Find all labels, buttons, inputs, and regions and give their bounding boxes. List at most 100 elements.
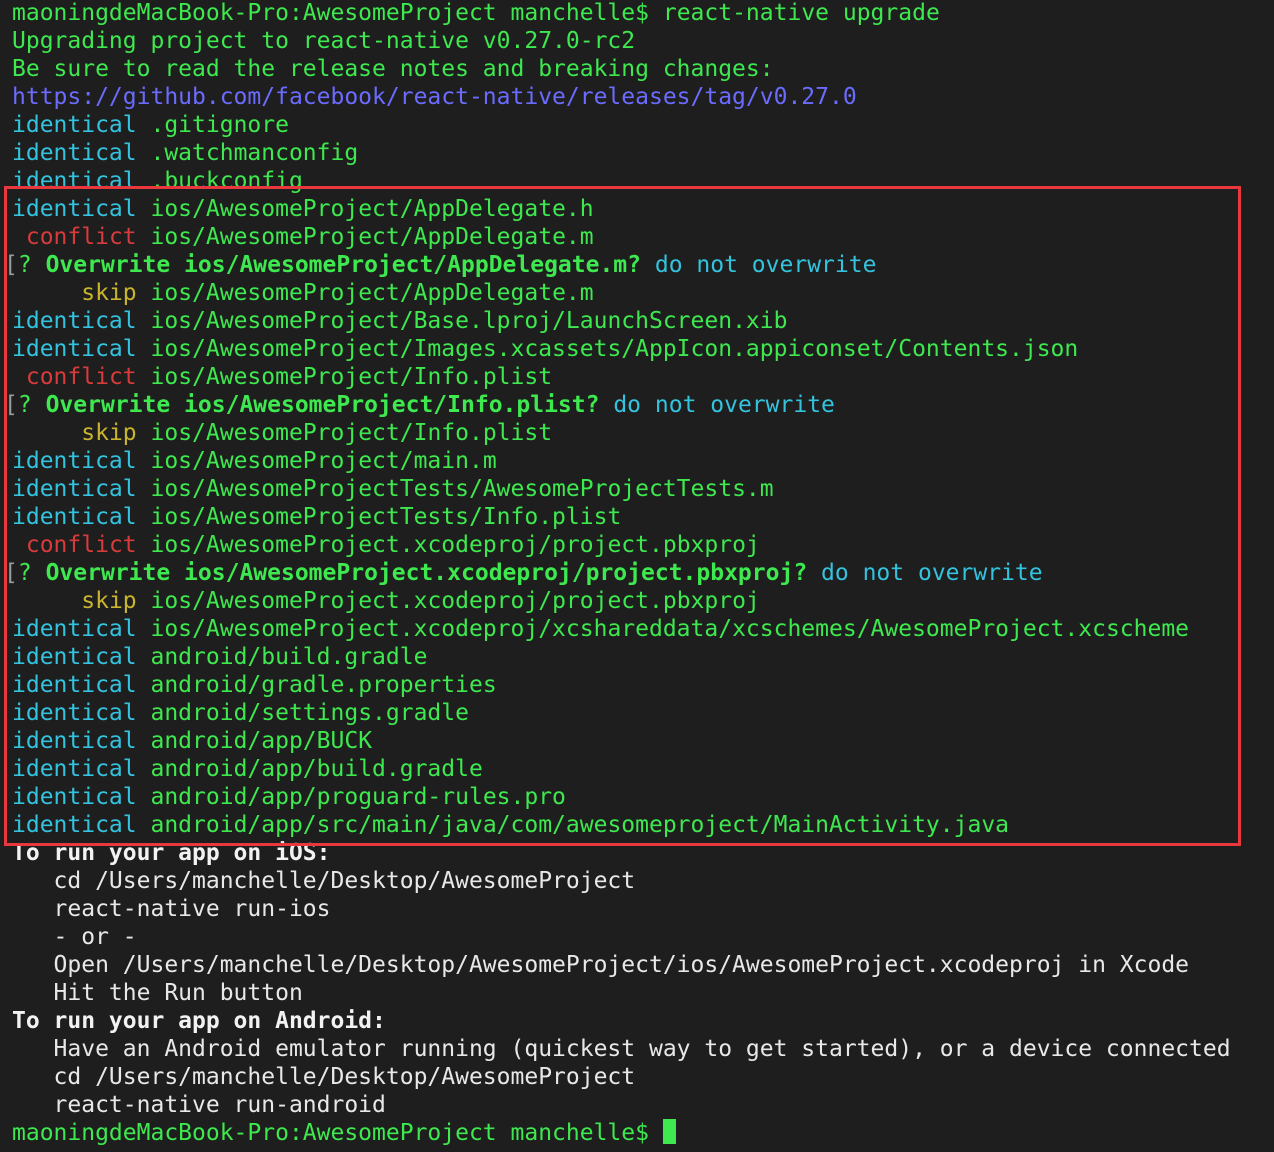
- question-bracket: [: [4, 392, 18, 418]
- file-path: .gitignore: [150, 112, 289, 138]
- overwrite-answer: do not overwrite: [613, 392, 835, 418]
- file-line: identical android/app/proguard-rules.pro: [12, 783, 566, 811]
- overwrite-answer: do not overwrite: [821, 560, 1043, 586]
- overwrite-question-line: [? Overwrite ios/AwesomeProject/AppDeleg…: [4, 251, 876, 279]
- question-mark: ?: [17, 252, 32, 278]
- info-line: Upgrading project to react-native v0.27.…: [12, 27, 635, 55]
- android-instructions-heading: To run your app on Android:: [12, 1008, 386, 1034]
- file-line: conflict ios/AwesomeProject/AppDelegate.…: [12, 223, 594, 251]
- file-path: android/app/BUCK: [150, 728, 373, 754]
- file-line: skip ios/AwesomeProject/AppDelegate.m: [12, 279, 594, 307]
- file-status-skip: skip: [81, 588, 137, 614]
- file-line: identical android/gradle.properties: [12, 671, 497, 699]
- file-path: ios/AwesomeProject.xcodeproj/xcshareddat…: [150, 616, 1190, 642]
- file-status-identical: identical: [12, 476, 137, 502]
- question-mark: ?: [17, 560, 32, 586]
- file-path: android/build.gradle: [150, 644, 428, 670]
- file-path: android/settings.gradle: [150, 700, 469, 726]
- overwrite-question-line: [? Overwrite ios/AwesomeProject.xcodepro…: [4, 559, 1043, 587]
- android-step: react-native run-android: [53, 1092, 386, 1118]
- file-status-identical: identical: [12, 644, 137, 670]
- file-line: identical .buckconfig: [12, 167, 303, 195]
- release-notes-link: https://github.com/facebook/react-native…: [12, 84, 857, 110]
- file-path: ios/AwesomeProject/main.m: [150, 448, 497, 474]
- file-status-identical: identical: [12, 728, 137, 754]
- android-step-line: Have an Android emulator running (quicke…: [12, 1035, 1231, 1063]
- file-status-skip: skip: [81, 280, 137, 306]
- ios-step-line: - or -: [12, 923, 137, 951]
- ios-step-line: Hit the Run button: [12, 979, 303, 1007]
- file-line: conflict ios/AwesomeProject/Info.plist: [12, 363, 552, 391]
- file-path: ios/AwesomeProject/AppDelegate.m: [150, 280, 594, 306]
- file-path: ios/AwesomeProjectTests/Info.plist: [150, 504, 622, 530]
- file-status-identical: identical: [12, 672, 137, 698]
- file-line: identical android/settings.gradle: [12, 699, 469, 727]
- file-status-identical: identical: [12, 308, 137, 334]
- file-line: identical ios/AwesomeProject/Base.lproj/…: [12, 307, 787, 335]
- file-path: ios/AwesomeProject.xcodeproj/project.pbx…: [150, 532, 760, 558]
- file-line: identical ios/AwesomeProjectTests/Awesom…: [12, 475, 774, 503]
- file-path: android/app/src/main/java/com/awesomepro…: [150, 812, 1010, 838]
- file-path: ios/AwesomeProject/Info.plist: [150, 420, 553, 446]
- file-line: identical .watchmanconfig: [12, 139, 358, 167]
- android-step: Have an Android emulator running (quicke…: [53, 1036, 1231, 1062]
- ios-step-line: react-native run-ios: [12, 895, 331, 923]
- file-path: .watchmanconfig: [150, 140, 359, 166]
- terminal-window[interactable]: maoningdeMacBook-Pro:AwesomeProject manc…: [0, 0, 1274, 1152]
- file-status-identical: identical: [12, 616, 137, 642]
- release-url-line: https://github.com/facebook/react-native…: [12, 83, 857, 111]
- overwrite-prompt: Overwrite ios/AwesomeProject/Info.plist?: [45, 392, 600, 418]
- file-line: identical ios/AwesomeProject/main.m: [12, 447, 497, 475]
- file-path: android/gradle.properties: [150, 672, 497, 698]
- file-status-conflict: conflict: [25, 364, 137, 390]
- ios-instructions-heading: To run your app on iOS:: [12, 840, 331, 866]
- file-path: ios/AwesomeProjectTests/AwesomeProjectTe…: [150, 476, 774, 502]
- android-step-line: cd /Users/manchelle/Desktop/AwesomeProje…: [12, 1063, 636, 1091]
- info-text: Be sure to read the release notes and br…: [12, 56, 774, 82]
- android-step: cd /Users/manchelle/Desktop/AwesomeProje…: [53, 1064, 636, 1090]
- file-path: ios/AwesomeProject/Base.lproj/LaunchScre…: [150, 308, 788, 334]
- file-path: ios/AwesomeProject/Images.xcassets/AppIc…: [150, 336, 1079, 362]
- shell-prompt: maoningdeMacBook-Pro:AwesomeProject manc…: [12, 0, 649, 26]
- file-line: identical android/build.gradle: [12, 643, 427, 671]
- terminal-cursor[interactable]: [662, 1119, 676, 1144]
- file-status-conflict: conflict: [25, 224, 137, 250]
- overwrite-prompt: Overwrite ios/AwesomeProject.xcodeproj/p…: [45, 560, 808, 586]
- info-line: Be sure to read the release notes and br…: [12, 55, 774, 83]
- file-status-identical: identical: [12, 112, 137, 138]
- file-path: ios/AwesomeProject/Info.plist: [150, 364, 553, 390]
- ios-step: - or -: [53, 924, 137, 950]
- android-step-line: react-native run-android: [12, 1091, 386, 1119]
- shell-command: react-native upgrade: [662, 0, 940, 26]
- file-line: identical ios/AwesomeProject/Images.xcas…: [12, 335, 1078, 363]
- file-line: skip ios/AwesomeProject/Info.plist: [12, 419, 552, 447]
- overwrite-prompt: Overwrite ios/AwesomeProject/AppDelegate…: [45, 252, 642, 278]
- file-line: skip ios/AwesomeProject.xcodeproj/projec…: [12, 587, 760, 615]
- file-status-identical: identical: [12, 448, 137, 474]
- question-bracket: [: [4, 252, 18, 278]
- file-line: identical ios/AwesomeProjectTests/Info.p…: [12, 503, 621, 531]
- file-line: identical ios/AwesomeProject.xcodeproj/x…: [12, 615, 1189, 643]
- file-status-identical: identical: [12, 140, 137, 166]
- file-status-identical: identical: [12, 812, 137, 838]
- ios-step-line: Open /Users/manchelle/Desktop/AwesomePro…: [12, 951, 1189, 979]
- file-path: ios/AwesomeProject/AppDelegate.h: [150, 196, 594, 222]
- final-prompt-line: maoningdeMacBook-Pro:AwesomeProject manc…: [12, 1119, 676, 1147]
- file-status-identical: identical: [12, 784, 137, 810]
- file-line: identical android/app/build.gradle: [12, 755, 483, 783]
- file-line: identical ios/AwesomeProject/AppDelegate…: [12, 195, 594, 223]
- command-line: maoningdeMacBook-Pro:AwesomeProject manc…: [12, 0, 940, 27]
- file-path: android/app/proguard-rules.pro: [150, 784, 566, 810]
- ios-step: react-native run-ios: [53, 896, 331, 922]
- file-line: conflict ios/AwesomeProject.xcodeproj/pr…: [12, 531, 760, 559]
- file-status-identical: identical: [12, 756, 137, 782]
- ios-step: cd /Users/manchelle/Desktop/AwesomeProje…: [53, 868, 636, 894]
- file-status-identical: identical: [12, 336, 137, 362]
- file-line: identical android/app/src/main/java/com/…: [12, 811, 1009, 839]
- overwrite-answer: do not overwrite: [654, 252, 877, 278]
- overwrite-question-line: [? Overwrite ios/AwesomeProject/Info.pli…: [4, 391, 835, 419]
- info-text: Upgrading project to react-native v0.27.…: [12, 28, 636, 54]
- file-status-identical: identical: [12, 700, 137, 726]
- ios-step: Hit the Run button: [53, 980, 303, 1006]
- file-line: identical android/app/BUCK: [12, 727, 372, 755]
